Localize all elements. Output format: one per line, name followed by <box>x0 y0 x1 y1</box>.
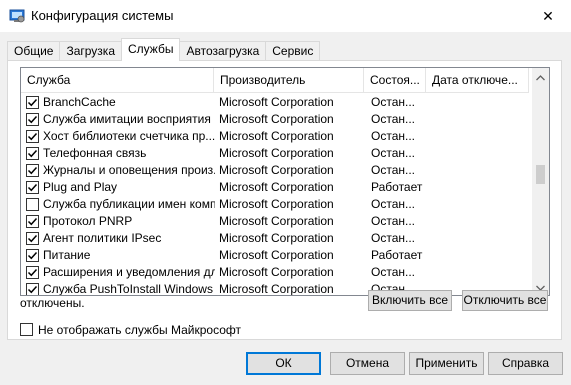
services-rows: BranchCache Microsoft Corporation Остан...… <box>21 94 529 296</box>
service-name: Телефонная связь <box>43 146 147 160</box>
service-name: Питание <box>43 248 91 262</box>
msconfig-app-icon <box>9 8 25 24</box>
service-row[interactable]: Plug and Play Microsoft Corporation Работа… <box>21 179 529 196</box>
service-name: Служба публикации имен комп... <box>43 197 215 211</box>
service-checkbox[interactable] <box>26 215 39 228</box>
service-checkbox[interactable] <box>26 283 39 295</box>
disable-all-button[interactable]: Отключить все <box>462 290 548 311</box>
service-status: Остан... <box>371 95 415 109</box>
help-button[interactable]: Справка <box>488 352 563 375</box>
service-manufacturer: Microsoft Corporation <box>219 265 334 279</box>
service-status: Остан... <box>371 265 415 279</box>
service-status: Остан... <box>371 146 415 160</box>
services-note: отключены. <box>20 296 85 310</box>
list-header: Служба Производитель Состоя... Дата откл… <box>21 68 529 93</box>
column-header-service[interactable]: Служба <box>21 68 214 93</box>
services-list[interactable]: Служба Производитель Состоя... Дата откл… <box>20 67 550 296</box>
service-checkbox[interactable] <box>26 113 39 126</box>
service-status: Остан... <box>371 214 415 228</box>
service-checkbox[interactable] <box>26 96 39 109</box>
vertical-scrollbar[interactable] <box>532 68 549 295</box>
service-row[interactable]: Агент политики IPsec Microsoft Corporatio… <box>21 230 529 247</box>
service-row[interactable]: Расширения и уведомления дл... Microsoft … <box>21 264 529 281</box>
title-bar: Конфигурация системы ✕ <box>0 0 571 32</box>
service-checkbox[interactable] <box>26 266 39 279</box>
service-row[interactable]: Служба публикации имен комп... Microsoft … <box>21 196 529 213</box>
service-name: Plug and Play <box>43 180 118 194</box>
service-name: BranchCache <box>43 95 116 109</box>
apply-button[interactable]: Применить <box>409 352 484 375</box>
service-row[interactable]: BranchCache Microsoft Corporation Остан... <box>21 94 529 111</box>
service-status: Остан... <box>371 197 415 211</box>
service-status: Работает <box>371 180 423 194</box>
enable-all-button[interactable]: Включить все <box>368 290 452 311</box>
service-manufacturer: Microsoft Corporation <box>219 214 334 228</box>
service-row[interactable]: Протокол PNRP Microsoft Corporation Остан.… <box>21 213 529 230</box>
service-manufacturer: Microsoft Corporation <box>219 197 334 211</box>
close-icon: ✕ <box>542 7 554 24</box>
tab-tools[interactable]: Сервис <box>265 41 321 61</box>
service-name: Служба имитации восприятия ... <box>43 112 215 126</box>
tab-strip: Общие Загрузка Службы Автозагрузка Серви… <box>7 38 321 61</box>
service-manufacturer: Microsoft Corporation <box>219 282 334 296</box>
service-status: Остан... <box>371 163 415 177</box>
system-configuration-window: Конфигурация системы ✕ Общие Загрузка Сл… <box>0 0 571 385</box>
scroll-up-button[interactable] <box>532 68 549 85</box>
service-status: Остан... <box>371 112 415 126</box>
service-status: Работает <box>371 248 423 262</box>
service-name: Расширения и уведомления дл... <box>43 265 215 279</box>
scrollbar-thumb[interactable] <box>536 165 545 184</box>
ok-button[interactable]: ОК <box>246 352 321 375</box>
service-manufacturer: Microsoft Corporation <box>219 95 334 109</box>
service-name: Агент политики IPsec <box>43 231 162 245</box>
service-manufacturer: Microsoft Corporation <box>219 112 334 126</box>
service-name: Журналы и оповещения произ... <box>43 163 215 177</box>
service-row[interactable]: Питание Microsoft Corporation Работает <box>21 247 529 264</box>
service-row[interactable]: Служба имитации восприятия ... Microsoft … <box>21 111 529 128</box>
hide-microsoft-services-checkbox[interactable] <box>20 323 33 336</box>
tab-startup[interactable]: Автозагрузка <box>179 41 267 61</box>
service-row[interactable]: Хост библиотеки счетчика пр... Microsoft … <box>21 128 529 145</box>
service-name: Служба PushToInstall Windows <box>43 282 213 296</box>
service-checkbox[interactable] <box>26 147 39 160</box>
service-checkbox[interactable] <box>26 198 39 211</box>
service-manufacturer: Microsoft Corporation <box>219 129 334 143</box>
service-manufacturer: Microsoft Corporation <box>219 146 334 160</box>
service-checkbox[interactable] <box>26 164 39 177</box>
column-header-status[interactable]: Состоя... <box>364 68 426 93</box>
column-header-disable-date[interactable]: Дата отключе... <box>426 68 529 93</box>
close-button[interactable]: ✕ <box>525 0 571 32</box>
service-status: Остан... <box>371 231 415 245</box>
service-row[interactable]: Журналы и оповещения произ... Microsoft C… <box>21 162 529 179</box>
tab-boot[interactable]: Загрузка <box>59 41 122 61</box>
service-name: Протокол PNRP <box>43 214 133 228</box>
service-name: Хост библиотеки счетчика пр... <box>43 129 215 143</box>
service-manufacturer: Microsoft Corporation <box>219 180 334 194</box>
column-header-manufacturer[interactable]: Производитель <box>214 68 364 93</box>
hide-microsoft-services-label: Не отображать службы Майкрософт <box>38 322 242 337</box>
service-checkbox[interactable] <box>26 249 39 262</box>
cancel-button[interactable]: Отмена <box>330 352 405 375</box>
chevron-up-icon <box>536 70 545 84</box>
service-checkbox[interactable] <box>26 181 39 194</box>
service-checkbox[interactable] <box>26 232 39 245</box>
service-manufacturer: Microsoft Corporation <box>219 163 334 177</box>
tab-services[interactable]: Службы <box>121 38 181 61</box>
service-checkbox[interactable] <box>26 130 39 143</box>
service-status: Остан... <box>371 129 415 143</box>
tab-general[interactable]: Общие <box>7 41 61 61</box>
service-row[interactable]: Служба PushToInstall Windows Microsoft Co… <box>21 281 529 296</box>
hide-microsoft-services-option[interactable]: Не отображать службы Майкрософт <box>20 322 241 337</box>
window-title: Конфигурация системы <box>31 8 174 23</box>
service-row[interactable]: Телефонная связь Microsoft Corporation Ост… <box>21 145 529 162</box>
service-manufacturer: Microsoft Corporation <box>219 231 334 245</box>
service-manufacturer: Microsoft Corporation <box>219 248 334 262</box>
